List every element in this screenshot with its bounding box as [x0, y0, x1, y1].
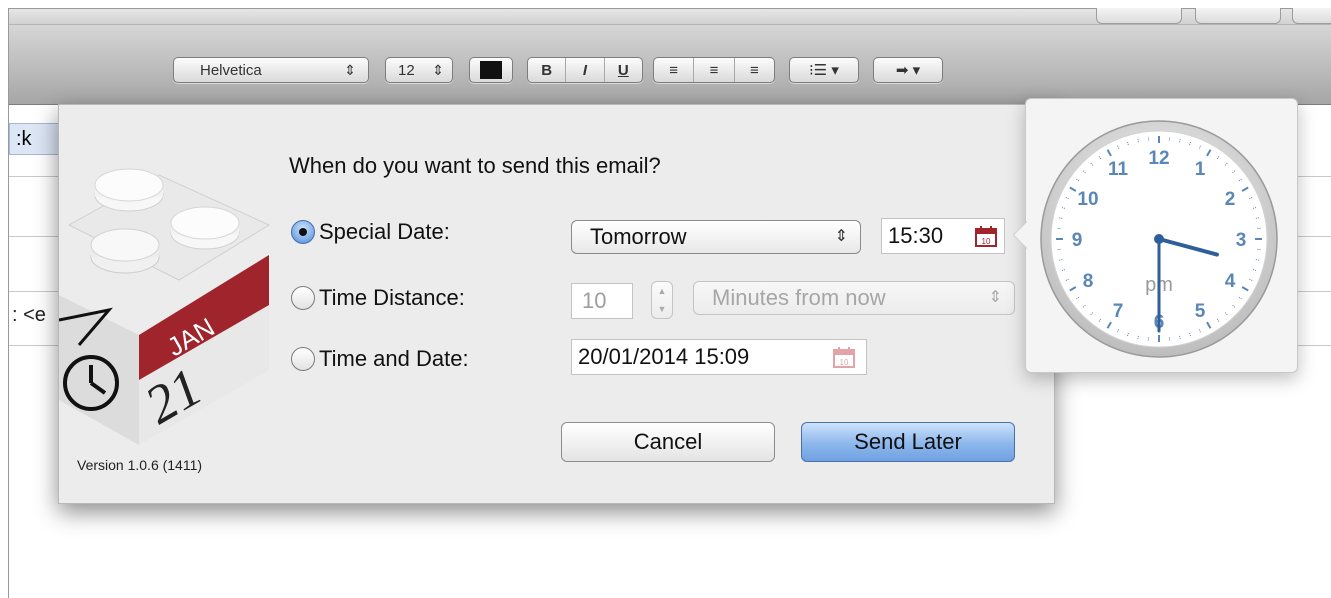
- clock-center-pin: [1154, 234, 1164, 244]
- align-center-icon[interactable]: ≡: [693, 58, 733, 82]
- clock-number: 11: [1108, 159, 1129, 180]
- list-style-button[interactable]: ⁝☰ ▾: [789, 57, 859, 83]
- clock-number: 5: [1195, 301, 1206, 322]
- font-family-value: Helvetica: [200, 62, 262, 79]
- time-distance-radio[interactable]: [291, 286, 315, 310]
- time-distance-amount: 10: [582, 288, 606, 313]
- time-and-date-radio[interactable]: [291, 347, 315, 371]
- time-distance-unit-select[interactable]: Minutes from now ⇕: [693, 281, 1015, 315]
- time-and-date-field[interactable]: 20/01/2014 15:09: [571, 339, 867, 375]
- cancel-button[interactable]: Cancel: [561, 422, 775, 462]
- alignment-group: ≡ ≡ ≡: [653, 57, 775, 83]
- analog-clock[interactable]: 121234567891011 pm: [1026, 99, 1299, 374]
- window-button[interactable]: [1292, 8, 1331, 24]
- clock-number: 12: [1148, 148, 1169, 169]
- send-later-button[interactable]: Send Later: [801, 422, 1015, 462]
- font-family-select[interactable]: Helvetica ⇕: [173, 57, 369, 83]
- color-swatch-icon: [480, 61, 502, 79]
- time-distance-label: Time Distance:: [319, 285, 465, 311]
- time-and-date-label: Time and Date:: [319, 346, 469, 372]
- dialog-question: When do you want to send this email?: [289, 153, 661, 179]
- background-tab: :k: [9, 123, 61, 155]
- select-arrows-icon: ⇕: [344, 62, 356, 79]
- background-text: : <e: [12, 304, 46, 327]
- bold-button[interactable]: B: [528, 58, 565, 82]
- indent-button[interactable]: ➡ ▾: [873, 57, 943, 83]
- special-date-option[interactable]: Special Date:: [291, 219, 450, 245]
- select-arrows-icon: ⇕: [989, 282, 1002, 314]
- svg-text:10: 10: [840, 358, 849, 367]
- clock-number: 3: [1236, 230, 1247, 251]
- select-arrows-icon: ⇕: [835, 221, 848, 253]
- send-later-dialog: JAN 21 When do you want to send this ema…: [58, 104, 1055, 504]
- calendar-icon[interactable]: 10: [833, 346, 855, 368]
- time-and-date-value: 20/01/2014 15:09: [578, 344, 749, 369]
- calendar-lego-icon: JAN 21: [59, 145, 279, 450]
- window-button[interactable]: [1096, 8, 1182, 24]
- align-right-icon[interactable]: ≡: [734, 58, 774, 82]
- select-arrows-icon: ⇕: [432, 62, 444, 79]
- time-distance-option[interactable]: Time Distance:: [291, 285, 465, 311]
- svg-text:10: 10: [982, 237, 991, 246]
- clock-number: 1: [1195, 159, 1206, 180]
- stepper-up-icon[interactable]: ▲: [658, 286, 667, 296]
- time-and-date-option[interactable]: Time and Date:: [291, 346, 469, 372]
- clock-popover: 121234567891011 pm: [1025, 98, 1298, 373]
- calendar-icon[interactable]: 10: [975, 225, 997, 247]
- clock-number: 7: [1113, 301, 1124, 322]
- underline-button[interactable]: U: [604, 58, 642, 82]
- format-toolbar: Helvetica ⇕ 12 ⇕ B I U ≡ ≡ ≡ ⁝☰ ▾ ➡ ▾: [9, 25, 1331, 105]
- time-distance-amount-field[interactable]: 10: [571, 283, 633, 319]
- special-date-time: 15:30: [888, 223, 943, 248]
- special-date-radio[interactable]: [291, 220, 315, 244]
- font-size-select[interactable]: 12 ⇕: [385, 57, 453, 83]
- time-distance-unit: Minutes from now: [712, 285, 886, 310]
- clock-number: 4: [1225, 271, 1236, 292]
- special-date-select[interactable]: Tomorrow ⇕: [571, 220, 861, 254]
- stepper-down-icon[interactable]: ▼: [658, 304, 667, 314]
- italic-button[interactable]: I: [565, 58, 603, 82]
- clock-number: 9: [1072, 230, 1083, 251]
- indent-arrow-icon: ➡ ▾: [896, 61, 920, 79]
- clock-number: 10: [1077, 189, 1098, 210]
- font-size-value: 12: [398, 62, 415, 79]
- time-distance-stepper[interactable]: ▲ ▼: [651, 281, 673, 319]
- window-button[interactable]: [1195, 8, 1281, 24]
- version-label: Version 1.0.6 (1411): [77, 457, 202, 473]
- bulleted-list-icon: ⁝☰ ▾: [809, 61, 839, 79]
- special-date-value: Tomorrow: [590, 224, 687, 249]
- clock-number: 2: [1225, 189, 1236, 210]
- clock-number: 8: [1083, 271, 1094, 292]
- special-date-label: Special Date:: [319, 219, 450, 245]
- align-left-icon[interactable]: ≡: [654, 58, 693, 82]
- text-color-button[interactable]: [469, 57, 513, 83]
- text-style-group: B I U: [527, 57, 643, 83]
